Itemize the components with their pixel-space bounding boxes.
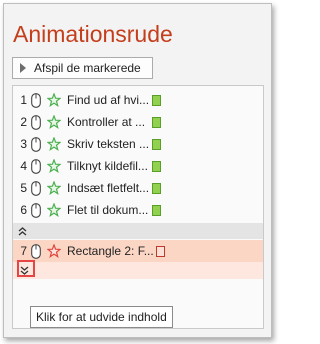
animation-label: Flet til dokum... [67,203,149,217]
play-selected-button[interactable]: Afspil de markerede [12,57,153,79]
tooltip: Klik for at udvide indhold [30,306,173,328]
animation-row-4[interactable]: 4 Tilknyt kildefil... [13,155,263,177]
entrance-effect-star-icon [47,181,61,195]
animation-label: Tilknyt kildefil... [67,159,148,173]
animation-row-1[interactable]: 1 Find ud af hvi... [13,89,263,111]
animation-row-7[interactable]: 7 Rectangle 2: F... [13,240,263,262]
animation-label: Find ud af hvi... [67,93,149,107]
entrance-effect-star-icon [47,115,61,129]
highlight-box [17,260,35,277]
play-icon [20,63,26,73]
animation-number: 3 [20,137,27,151]
entrance-effect-star-icon [47,203,61,217]
timeline-bar [152,182,161,194]
play-button-label: Afspil de markerede [34,61,141,75]
timeline-bar [152,204,161,216]
animation-label: Kontroller at ... [67,115,146,129]
animation-number: 7 [20,244,27,258]
mouse-click-icon [29,114,43,130]
animation-label: Skriv teksten ... [67,137,149,151]
animation-number: 1 [20,93,27,107]
expand-row [13,262,263,279]
collapse-button[interactable] [13,223,263,239]
mouse-click-icon [29,202,43,218]
timeline-bar [156,245,165,257]
animation-number: 4 [20,159,27,173]
animation-row-3[interactable]: 3 Skriv teksten ... [13,133,263,155]
animation-label: Indsæt fletfelt... [67,181,149,195]
animation-number: 5 [20,181,27,195]
timeline-bar [152,138,161,150]
animation-row-6[interactable]: 6 Flet til dokum... [13,199,263,221]
double-chevron-up-icon [18,226,27,235]
timeline-bar [152,160,161,172]
exit-effect-star-icon [47,244,61,258]
entrance-effect-star-icon [47,159,61,173]
mouse-click-icon [29,243,43,259]
animation-number: 6 [20,203,27,217]
mouse-click-icon [29,136,43,152]
timeline-bar [152,94,161,106]
entrance-effect-star-icon [47,93,61,107]
animation-row-2[interactable]: 2 Kontroller at ... [13,111,263,133]
pane-title: Animationsrude [13,21,173,47]
animation-number: 2 [20,115,27,129]
mouse-click-icon [29,92,43,108]
animation-label: Rectangle 2: F... [67,244,153,258]
mouse-click-icon [29,180,43,196]
timeline-bar [152,116,161,128]
animation-row-5[interactable]: 5 Indsæt fletfelt... [13,177,263,199]
animation-list: 1 Find ud af hvi... 2 Kontroller at ... 3 Skr… [12,85,264,329]
mouse-click-icon [29,158,43,174]
entrance-effect-star-icon [47,137,61,151]
